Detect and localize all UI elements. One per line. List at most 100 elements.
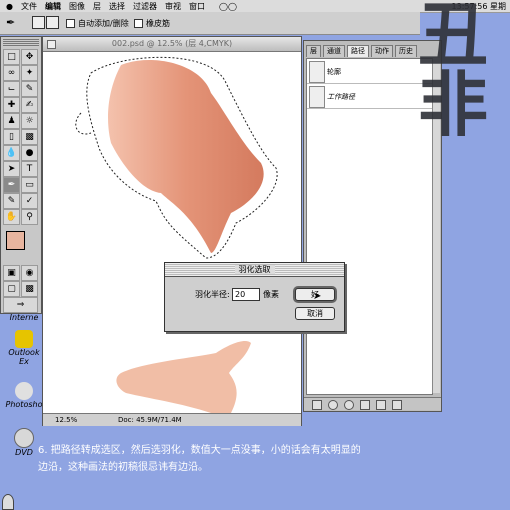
rubber-band-checkbox[interactable]	[134, 19, 143, 28]
path-thumbnail	[309, 86, 325, 108]
make-work-path-button[interactable]	[360, 400, 370, 410]
tab-actions[interactable]: 动作	[371, 45, 393, 57]
menu-select[interactable]: 选择	[109, 1, 125, 12]
pen-tool-selected-icon[interactable]: ✒	[3, 177, 20, 193]
dodge-tool-icon[interactable]: ●	[21, 145, 38, 161]
desktop-icon-internet[interactable]: Interne	[4, 313, 44, 322]
eraser-tool-icon[interactable]: ▯	[3, 129, 20, 145]
shape-mode-icon[interactable]	[46, 16, 59, 29]
menu-image[interactable]: 图像	[69, 1, 85, 12]
menu-file[interactable]: 文件	[21, 1, 37, 12]
outlook-icon	[15, 330, 33, 348]
new-path-button[interactable]	[376, 400, 386, 410]
fill-path-button[interactable]	[312, 400, 322, 410]
quick-mask-icon[interactable]: ◉	[21, 265, 38, 281]
document-title: 002.psd @ 12.5% (层 4,CMYK)	[111, 39, 233, 48]
path-mode-icon[interactable]	[32, 16, 45, 29]
photoshop-eye-icon	[15, 382, 33, 400]
rubber-band-label: 橡皮筋	[146, 19, 170, 28]
panel-button-bar	[304, 397, 441, 410]
notes-tool-icon[interactable]: ✎	[3, 193, 20, 209]
caption-line-2: 边沿，这种画法的初稿很忌讳有边沿。	[38, 462, 208, 473]
text-tool-icon[interactable]: T	[21, 161, 38, 177]
dialog-title: 羽化选取	[234, 265, 275, 274]
screen-mode-icon[interactable]: ▢	[3, 281, 20, 297]
menu-filter[interactable]: 过滤器	[133, 1, 157, 12]
path-row[interactable]: 轮廓	[307, 59, 432, 84]
fullscreen-mode-icon[interactable]: ▩	[21, 281, 38, 297]
menu-view[interactable]: 审视	[165, 1, 181, 12]
doc-size[interactable]: Doc: 45.9M/71.4M	[118, 414, 182, 426]
crop-tool-icon[interactable]: ⌙	[3, 81, 20, 97]
desktop-icon-photoshop[interactable]: Photosho	[4, 382, 44, 409]
auto-add-delete-label: 自动添加/删除	[78, 19, 129, 28]
paths-list: 轮廓 工作路径	[306, 58, 433, 395]
zoom-level[interactable]: 12.5%	[55, 414, 77, 426]
desktop-icon-outlook[interactable]: Outlook Ex	[4, 330, 44, 366]
tab-paths[interactable]: 路径	[347, 45, 369, 57]
desktop-icon-photoshop-label: Photosho	[5, 400, 43, 409]
marquee-tool-icon[interactable]: □	[3, 49, 20, 65]
rubber-band-option[interactable]: 橡皮筋	[134, 18, 170, 29]
lasso-tool-icon[interactable]: ∞	[3, 65, 20, 81]
slice-tool-icon[interactable]: ✎	[21, 81, 38, 97]
auto-add-delete-checkbox[interactable]	[66, 19, 75, 28]
gradient-tool-icon[interactable]: ▩	[21, 129, 38, 145]
zoom-tool-icon[interactable]: ⚲	[21, 209, 38, 225]
magic-wand-icon[interactable]: ✦	[21, 65, 38, 81]
blur-tool-icon[interactable]: 💧	[3, 145, 20, 161]
tab-channels[interactable]: 通道	[323, 45, 345, 57]
feather-radius-label: 羽化半径:	[195, 290, 230, 299]
cancel-button[interactable]: 取消	[295, 307, 335, 320]
history-brush-icon[interactable]: ☼	[21, 113, 38, 129]
hand-tool-icon[interactable]: ✋	[3, 209, 20, 225]
menu-layer[interactable]: 层	[93, 1, 101, 12]
menu-window[interactable]: 窗口	[189, 1, 205, 12]
path-name: 工作路径	[327, 93, 355, 101]
hand-painting	[116, 341, 251, 413]
feather-dialog: 羽化选取 羽化半径: 20 像素 好 取消 ➤	[164, 262, 345, 332]
menu-edit[interactable]: 编辑	[45, 1, 61, 12]
document-status-bar: 12.5% Doc: 45.9M/71.4M	[43, 413, 301, 426]
tab-layers[interactable]: 层	[306, 45, 321, 57]
standard-mode-icon[interactable]: ▣	[3, 265, 20, 281]
feather-radius-input[interactable]: 20	[232, 288, 260, 301]
move-tool-icon[interactable]: ✥	[21, 49, 38, 65]
window-toggle-icons[interactable]: ◯◯	[219, 2, 237, 11]
apple-menu-icon[interactable]: ●	[6, 2, 13, 11]
auto-add-delete-option[interactable]: 自动添加/删除	[66, 18, 129, 29]
healing-brush-icon[interactable]: ✚	[3, 97, 20, 113]
brush-tool-icon[interactable]: ✍	[21, 97, 38, 113]
shape-tool-icon[interactable]: ▭	[21, 177, 38, 193]
path-name: 轮廓	[327, 68, 341, 76]
eyedropper-tool-icon[interactable]: ✓	[21, 193, 38, 209]
tab-history[interactable]: 历史	[395, 45, 417, 57]
document-window: 002.psd @ 12.5% (层 4,CMYK) 12.5% Doc: 45…	[42, 36, 302, 426]
toolbox-grip[interactable]	[3, 39, 39, 47]
stamp-tool-icon[interactable]: ♟	[3, 113, 20, 129]
delete-path-button[interactable]	[392, 400, 402, 410]
path-select-icon[interactable]: ➤	[3, 161, 20, 177]
head-painting	[108, 60, 264, 254]
unit-label: 像素	[263, 290, 279, 299]
pen-tool-icon: ✒	[6, 16, 16, 29]
desktop-icon-internet-label: Interne	[9, 313, 39, 322]
artwork	[75, 56, 278, 413]
canvas[interactable]	[51, 53, 291, 413]
document-title-bar[interactable]: 002.psd @ 12.5% (层 4,CMYK)	[43, 37, 301, 52]
path-thumbnail	[309, 61, 325, 83]
close-box-icon[interactable]	[47, 40, 56, 49]
foreground-color-swatch[interactable]	[6, 231, 25, 250]
trash-icon[interactable]	[2, 494, 14, 510]
dialog-title-bar[interactable]: 羽化选取	[165, 263, 344, 277]
path-row[interactable]: 工作路径	[307, 84, 432, 109]
desktop-icon-outlook-label: Outlook Ex	[8, 348, 40, 366]
caption-line-1: 6. 把路径转成选区，然后选羽化，数值大一点没事，小的话会有太明显的	[38, 445, 361, 456]
load-selection-button[interactable]	[344, 400, 354, 410]
tutorial-caption: 6. 把路径转成选区，然后选羽化，数值大一点没事，小的话会有太明显的 边沿，这种…	[38, 442, 458, 476]
jump-to-imageready-icon[interactable]: ⇒	[3, 297, 38, 313]
dvd-disc-icon	[14, 428, 34, 448]
watermark: 丑非	[418, 0, 488, 146]
toolbox: □ ✥ ∞ ✦ ⌙ ✎ ✚ ✍ ♟ ☼ ▯ ▩ 💧 ● ➤ T ✒ ▭ ✎ ✓ …	[0, 36, 42, 314]
stroke-path-button[interactable]	[328, 400, 338, 410]
